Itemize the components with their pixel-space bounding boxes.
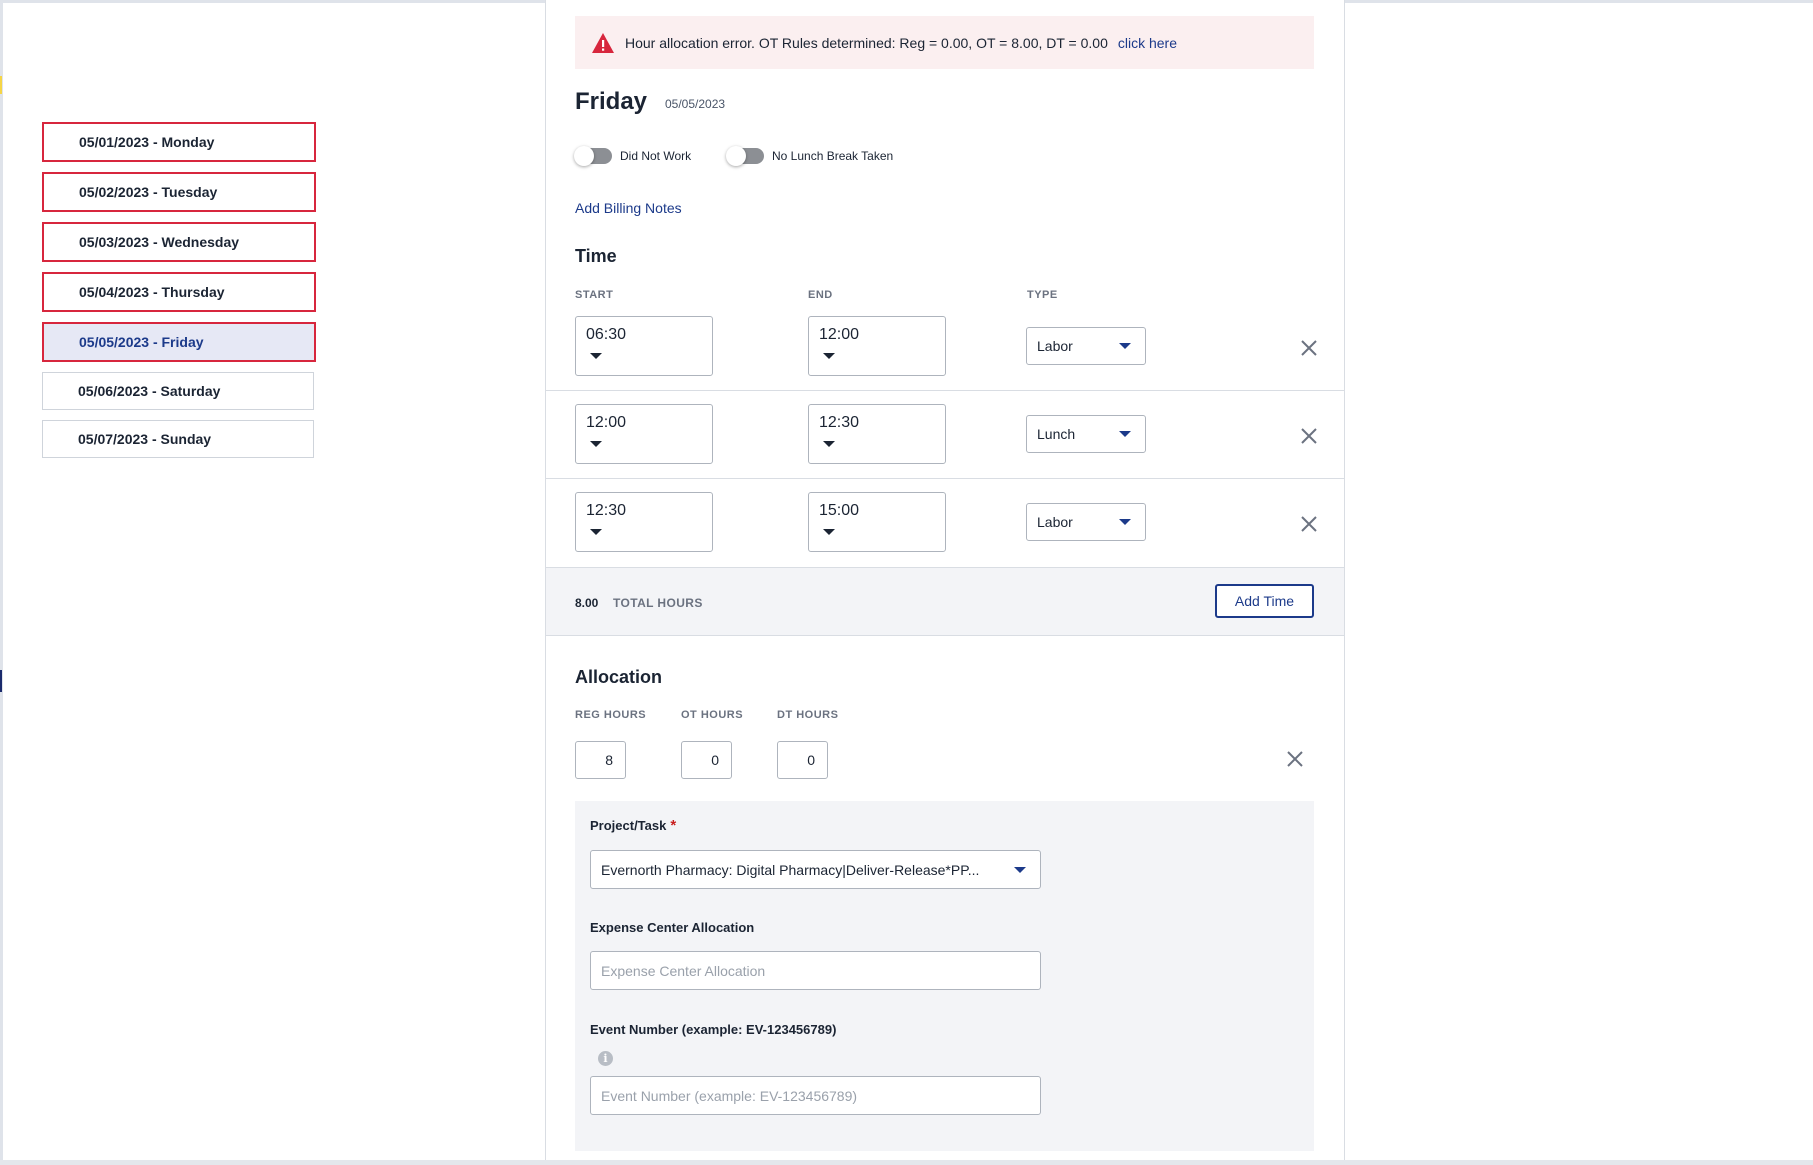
start-time-select[interactable]: 06:30 — [575, 316, 713, 376]
reg-hours-label: REG HOURS — [575, 709, 647, 721]
day-item-friday[interactable]: 05/05/2023 - Friday — [42, 322, 316, 362]
chevron-down-icon — [823, 441, 835, 447]
no-lunch-label: No Lunch Break Taken — [772, 149, 894, 163]
dt-hours-input[interactable]: 0 — [777, 741, 828, 779]
start-time-select[interactable]: 12:30 — [575, 492, 713, 552]
add-time-button[interactable]: Add Time — [1215, 584, 1314, 618]
chevron-down-icon — [590, 529, 602, 535]
alert-message: Hour allocation error. OT Rules determin… — [625, 34, 1108, 51]
chevron-down-icon — [823, 529, 835, 535]
no-lunch-toggle[interactable] — [726, 146, 764, 166]
reg-hours-input[interactable]: 8 — [575, 741, 626, 779]
chevron-down-icon — [1119, 343, 1131, 349]
day-item-saturday[interactable]: 05/06/2023 - Saturday — [42, 372, 314, 410]
edge-marker — [0, 76, 2, 94]
total-hours-label: TOTAL HOURS — [613, 596, 703, 610]
end-time-value: 12:00 — [819, 326, 860, 343]
event-number-input[interactable] — [590, 1076, 1041, 1115]
end-time-value: 15:00 — [819, 502, 860, 519]
allocation-section-title: Allocation — [575, 667, 663, 687]
time-type-select[interactable]: Labor — [1026, 503, 1146, 541]
remove-row-close-icon[interactable] — [1298, 513, 1320, 535]
day-item-tuesday[interactable]: 05/02/2023 - Tuesday — [42, 172, 316, 212]
project-task-label-text: Project/Task — [590, 818, 667, 833]
day-item-thursday[interactable]: 05/04/2023 - Thursday — [42, 272, 316, 312]
remove-allocation-close-icon[interactable] — [1284, 748, 1306, 770]
day-title: Friday — [575, 88, 648, 115]
time-type-value: Lunch — [1037, 426, 1076, 442]
no-lunch-toggle-group: No Lunch Break Taken — [726, 146, 894, 166]
did-not-work-label: Did Not Work — [620, 149, 692, 163]
bottom-border — [0, 1160, 1813, 1165]
start-time-value: 12:30 — [586, 502, 627, 519]
chevron-down-icon — [590, 441, 602, 447]
time-type-value: Labor — [1037, 514, 1073, 530]
row-divider — [545, 567, 1345, 568]
type-column-header: TYPE — [1027, 289, 1058, 301]
day-item-sunday[interactable]: 05/07/2023 - Sunday — [42, 420, 314, 458]
expense-center-input[interactable] — [590, 951, 1041, 990]
time-section-title: Time — [575, 246, 617, 266]
start-column-header: START — [575, 289, 614, 301]
chevron-down-icon — [1014, 867, 1026, 873]
warning-triangle-icon — [592, 32, 614, 53]
chevron-down-icon — [1119, 431, 1131, 437]
day-item-monday[interactable]: 05/01/2023 - Monday — [42, 122, 316, 162]
chevron-down-icon — [1119, 519, 1131, 525]
chevron-down-icon — [590, 353, 602, 359]
start-time-value: 06:30 — [586, 326, 627, 343]
project-task-select[interactable]: Evernorth Pharmacy: Digital Pharmacy|Del… — [590, 850, 1041, 889]
row-divider — [545, 478, 1345, 479]
project-task-value: Evernorth Pharmacy: Digital Pharmacy|Del… — [601, 861, 980, 878]
error-alert: Hour allocation error. OT Rules determin… — [575, 16, 1314, 69]
did-not-work-toggle-group: Did Not Work — [574, 146, 692, 166]
start-time-select[interactable]: 12:00 — [575, 404, 713, 464]
edge-marker — [0, 670, 2, 692]
end-time-select[interactable]: 15:00 — [808, 492, 946, 552]
project-task-label: Project/Task * — [590, 817, 676, 834]
dt-hours-label: DT HOURS — [777, 709, 839, 721]
time-type-value: Labor — [1037, 338, 1073, 354]
end-column-header: END — [808, 289, 833, 301]
end-time-value: 12:30 — [819, 414, 860, 431]
add-billing-notes-link[interactable]: Add Billing Notes — [575, 200, 682, 216]
expense-center-label: Expense Center Allocation — [590, 920, 755, 935]
left-border — [0, 0, 3, 1165]
end-time-select[interactable]: 12:30 — [808, 404, 946, 464]
time-type-select[interactable]: Lunch — [1026, 415, 1146, 453]
row-divider — [545, 390, 1345, 391]
remove-row-close-icon[interactable] — [1298, 425, 1320, 447]
alert-click-here-link[interactable]: click here — [1118, 35, 1177, 51]
ot-hours-label: OT HOURS — [681, 709, 744, 721]
total-hours-value: 8.00 — [575, 596, 599, 610]
chevron-down-icon — [823, 353, 835, 359]
info-icon[interactable]: i — [598, 1051, 613, 1066]
start-time-value: 12:00 — [586, 414, 627, 431]
day-date: 05/05/2023 — [665, 97, 726, 111]
did-not-work-toggle[interactable] — [574, 146, 612, 166]
ot-hours-input[interactable]: 0 — [681, 741, 732, 779]
required-asterisk: * — [670, 817, 677, 834]
day-item-wednesday[interactable]: 05/03/2023 - Wednesday — [42, 222, 316, 262]
event-number-label: Event Number (example: EV-123456789) — [590, 1022, 837, 1037]
end-time-select[interactable]: 12:00 — [808, 316, 946, 376]
remove-row-close-icon[interactable] — [1298, 337, 1320, 359]
time-type-select[interactable]: Labor — [1026, 327, 1146, 365]
